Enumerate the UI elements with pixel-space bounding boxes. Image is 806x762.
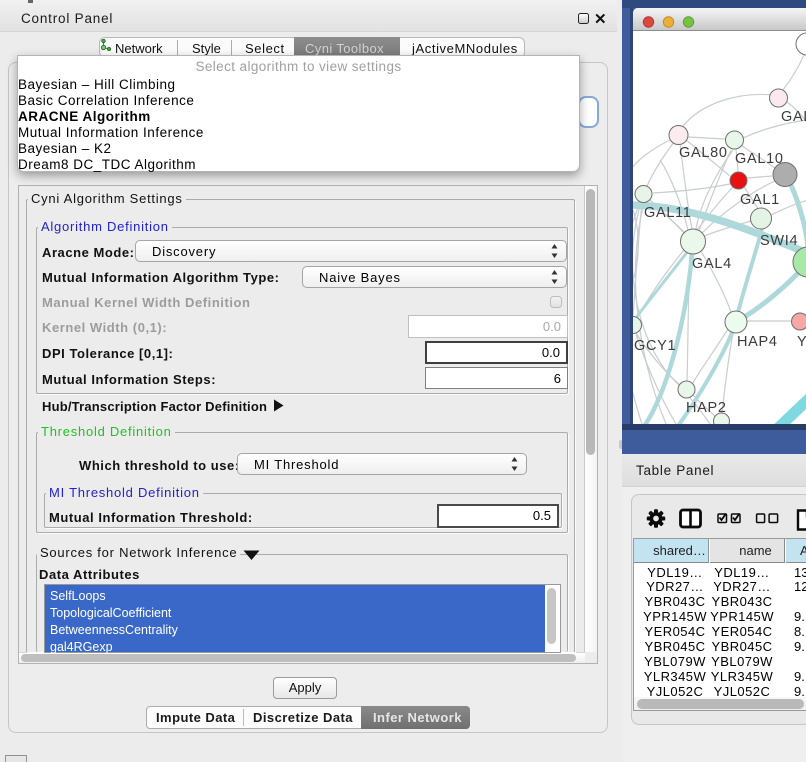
svg-text:GAL11: GAL11	[644, 205, 692, 221]
svg-text:YE: YE	[797, 334, 806, 350]
svg-text:GAL4: GAL4	[692, 256, 732, 272]
svg-text:GAL7: GAL7	[781, 109, 806, 125]
svg-text:SWI4: SWI4	[760, 233, 798, 249]
svg-text:GAL80: GAL80	[679, 145, 728, 161]
svg-text:GCY1: GCY1	[634, 338, 676, 354]
svg-text:HAP2: HAP2	[686, 400, 727, 416]
svg-text:GAL10: GAL10	[735, 151, 784, 167]
svg-text:GAL1: GAL1	[740, 192, 780, 208]
svg-text:HAP4: HAP4	[737, 334, 778, 350]
